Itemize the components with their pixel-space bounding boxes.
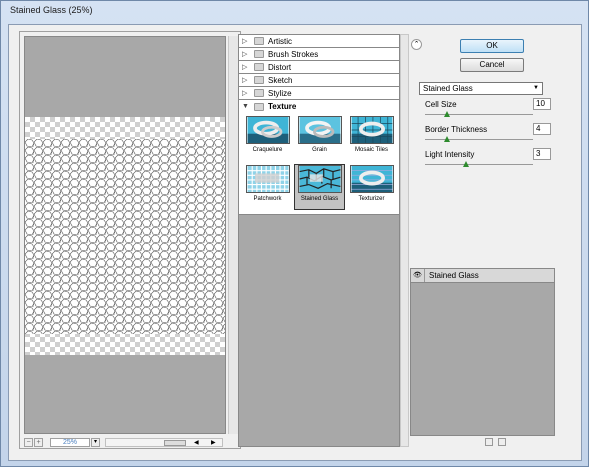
filter-texturizer[interactable]: Texturizer [347,165,396,209]
chevron-right-icon[interactable]: ▷ [242,63,250,71]
filter-gallery: ▷ Artistic ▷ Brush Strokes ▷ Distort ▷ S… [238,34,400,447]
transparency-checker [25,117,225,355]
category-sketch[interactable]: ▷ Sketch [239,74,399,87]
grain-thumb-icon [297,116,342,144]
cancel-button[interactable]: Cancel [460,58,524,72]
scroll-right-icon[interactable]: ▶ [211,439,216,447]
craquelure-thumb-icon [245,116,290,144]
filter-label: Craquelure [252,147,283,153]
texture-thumbnails-panel: Craquelure Grain Mosaic Tiles Patchwork … [239,113,399,215]
param-border-thickness: Border Thickness 4 [425,123,555,145]
folder-icon [254,50,264,58]
scroll-left-icon[interactable]: ◀ [194,439,199,447]
trash-icon[interactable] [498,438,506,446]
filter-label: Mosaic Tiles [354,147,388,153]
scroll-thumb[interactable] [164,439,186,446]
preview-canvas[interactable] [24,36,226,434]
filter-patchwork[interactable]: Patchwork [243,165,292,209]
light-intensity-slider-thumb[interactable] [463,161,470,167]
filter-label: Patchwork [253,196,282,202]
folder-icon [254,37,264,45]
category-label: Sketch [268,75,293,85]
chevron-right-icon[interactable]: ▷ [242,89,250,97]
collapse-gallery-button[interactable]: ⌃ [411,39,422,50]
filter-stained-glass[interactable]: Stained Glass [294,164,345,210]
category-label: Texture [268,102,297,111]
category-label: Distort [268,62,292,72]
zoom-dropdown-button[interactable]: ▾ [91,437,100,447]
chevron-right-icon[interactable]: ▷ [242,50,250,58]
preview-toolbar: − + 25% ▾ ◀ ▶ [24,437,238,447]
category-label: Artistic [268,36,292,46]
ok-button[interactable]: OK [460,39,524,53]
filter-settings-panel: Stained Glass ▼ Cell Size 10 Border Thic… [410,76,574,266]
light-intensity-slider-track[interactable] [425,164,533,165]
category-distort[interactable]: ▷ Distort [239,61,399,74]
dialog-client: − + 25% ▾ ◀ ▶ ▷ Artistic ▷ Brush Strokes… [8,24,582,461]
border-thickness-input[interactable]: 4 [533,123,551,135]
filter-label: Grain [312,147,327,153]
filter-select-value: Stained Glass [423,84,473,93]
eye-icon[interactable]: 👁 [411,269,425,282]
layer-buttons [485,438,506,446]
cell-size-input[interactable]: 10 [533,98,551,110]
effect-layer-name: Stained Glass [429,271,479,280]
category-stylize[interactable]: ▷ Stylize [239,87,399,100]
filter-label: Stained Glass [300,196,339,202]
chevron-right-icon[interactable]: ▷ [242,76,250,84]
preview-horizontal-scrollbar[interactable]: ◀ ▶ [105,437,223,447]
dialog-window: Stained Glass (25%) − + 25% ▾ ◀ ▶ ▷ Arti… [0,0,589,467]
border-thickness-slider-track[interactable] [425,139,533,140]
border-thickness-slider-thumb[interactable] [443,136,450,142]
zoom-in-button[interactable]: + [34,437,43,447]
param-light-intensity: Light Intensity 3 [425,148,555,170]
category-texture[interactable]: ▼ Texture [239,100,399,113]
category-label: Stylize [268,88,292,98]
param-label: Border Thickness [425,125,488,134]
param-cell-size: Cell Size 10 [425,98,555,120]
preview-vertical-scrollbar[interactable] [228,36,238,434]
chevron-down-icon[interactable]: ▼ [242,103,250,110]
effect-layer-row[interactable]: 👁 Stained Glass [411,269,554,283]
folder-icon [254,63,264,71]
category-brush-strokes[interactable]: ▷ Brush Strokes [239,48,399,61]
filter-mosaic-tiles[interactable]: Mosaic Tiles [347,116,396,160]
window-title: Stained Glass (25%) [10,5,93,15]
zoom-out-button[interactable]: − [24,437,33,447]
stained-glass-preview [25,139,225,334]
filter-label: Texturizer [358,196,385,202]
filter-craquelure[interactable]: Craquelure [243,116,292,160]
preview-frame: − + 25% ▾ ◀ ▶ [19,31,241,449]
filter-select[interactable]: Stained Glass ▼ [419,82,543,95]
cell-size-slider-thumb[interactable] [443,111,450,117]
effect-layers-panel: 👁 Stained Glass [410,268,555,436]
folder-icon [254,76,264,84]
folder-icon [254,89,264,97]
category-label: Brush Strokes [268,49,319,59]
texturizer-thumb-icon [349,165,394,193]
filter-grain[interactable]: Grain [295,116,344,160]
new-effect-layer-icon[interactable] [485,438,493,446]
param-label: Cell Size [425,100,457,109]
category-artistic[interactable]: ▷ Artistic [239,35,399,48]
folder-open-icon [254,102,264,111]
gallery-vertical-scrollbar[interactable] [400,34,409,447]
zoom-level-field[interactable]: 25% [50,437,90,447]
patchwork-thumb-icon [245,165,290,193]
stained-glass-thumb-icon [297,165,342,193]
chevron-right-icon[interactable]: ▷ [242,37,250,45]
cell-size-slider-track[interactable] [425,114,533,115]
double-chevron-up-icon: ⌃ [413,41,420,48]
param-label: Light Intensity [425,150,475,159]
mosaic-tiles-thumb-icon [349,116,394,144]
light-intensity-input[interactable]: 3 [533,148,551,160]
chevron-down-icon: ▼ [533,85,539,91]
